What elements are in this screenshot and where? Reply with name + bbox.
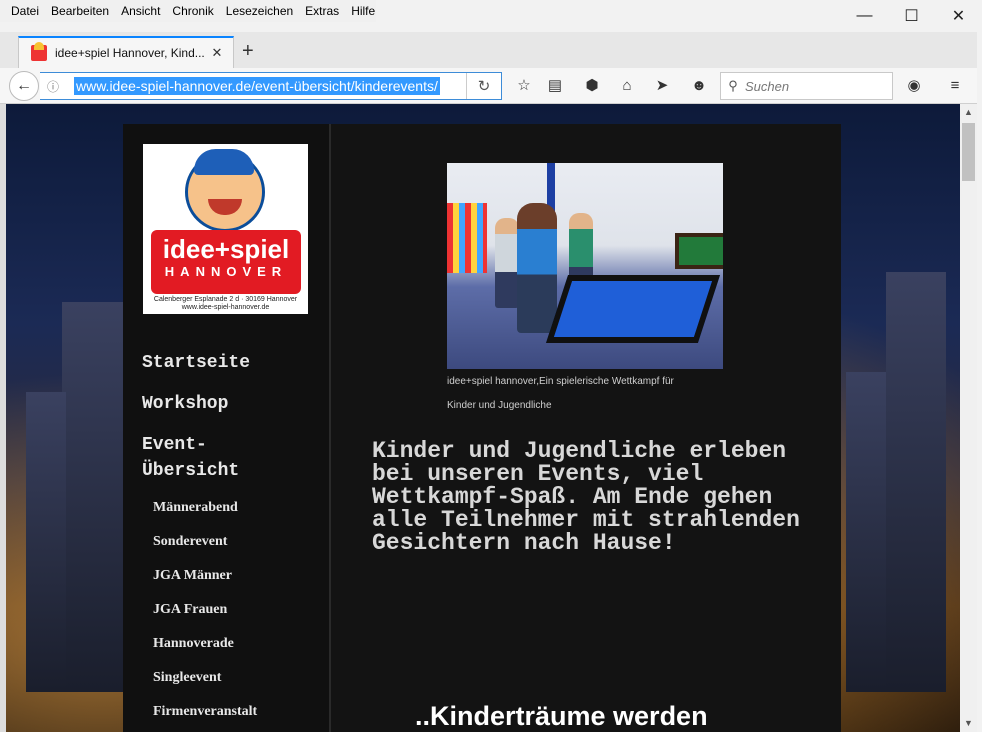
nav-sub-sonderevent[interactable]: Sonderevent: [153, 534, 227, 550]
photo-pool-table: [545, 275, 721, 343]
tab-strip: idee+spiel Hannover, Kind... ✕: [0, 32, 982, 68]
extension-icon[interactable]: ◉: [903, 74, 925, 96]
background-building: [26, 392, 66, 692]
vertical-scrollbar[interactable]: ▲ ▼: [960, 104, 977, 732]
billiard-photo: [447, 163, 723, 369]
photo-girl: [517, 203, 557, 333]
main-content: idee+spiel hannover,Ein spielerische Wet…: [331, 124, 841, 732]
content-subheading: ..Kinderträume werden: [415, 701, 708, 731]
search-icon: ⚲: [728, 78, 738, 93]
photo-shelf: [447, 203, 487, 273]
back-button[interactable]: ←: [9, 71, 39, 101]
nav-startseite[interactable]: Startseite: [142, 350, 250, 376]
nav-sub-maennerabend[interactable]: Männerabend: [153, 500, 238, 516]
nav-sub-firmenveranstalt[interactable]: Firmenveranstalt: [153, 704, 257, 720]
url-bar[interactable]: ⓘ www.idee-spiel-hannover.de/event-übers…: [40, 72, 502, 100]
site-sidebar: idee+spiel HANNOVER Calenberger Esplanad…: [123, 124, 331, 732]
page-viewport: idee+spiel HANNOVER Calenberger Esplanad…: [6, 104, 960, 732]
home-icon[interactable]: ⌂: [616, 74, 638, 96]
navigation-toolbar: ← ⓘ www.idee-spiel-hannover.de/event-übe…: [0, 68, 982, 104]
scroll-down-icon[interactable]: ▼: [960, 715, 977, 732]
nav-sub-jga-maenner[interactable]: JGA Männer: [153, 568, 232, 584]
pocket-icon[interactable]: ⬢: [581, 74, 603, 96]
logo-city: HANNOVER: [164, 264, 288, 279]
logo-brand: idee+spiel: [162, 234, 290, 264]
menu-lesezeichen[interactable]: Lesezeichen: [220, 4, 299, 18]
bookmark-star-icon[interactable]: ☆: [513, 74, 535, 96]
photo-caption-line2: Kinder und Jugendliche: [447, 400, 552, 411]
favicon-icon: [31, 42, 47, 61]
nav-workshop[interactable]: Workshop: [142, 391, 228, 417]
menu-hilfe[interactable]: Hilfe: [345, 4, 381, 18]
new-tab-button[interactable]: +: [242, 40, 254, 63]
photo-boy: [495, 218, 519, 308]
menu-bar: Datei Bearbeiten Ansicht Chronik Lesezei…: [0, 0, 376, 22]
menu-chronik[interactable]: Chronik: [166, 4, 219, 18]
tab-active[interactable]: idee+spiel Hannover, Kind... ✕: [18, 36, 234, 68]
url-text[interactable]: www.idee-spiel-hannover.de/event-übersic…: [74, 77, 440, 95]
background-building: [846, 372, 886, 692]
logo-address-line: Calenberger Esplanade 2 d · 30169 Hannov…: [153, 296, 298, 303]
maximize-button[interactable]: ☐: [888, 0, 935, 32]
menu-extras[interactable]: Extras: [299, 4, 345, 18]
browser-window: Datei Bearbeiten Ansicht Chronik Lesezei…: [0, 0, 982, 732]
nav-sub-singleevent[interactable]: Singleevent: [153, 670, 221, 686]
search-box[interactable]: ⚲ Suchen: [720, 72, 893, 100]
info-icon[interactable]: ⓘ: [40, 78, 66, 95]
background-building: [62, 302, 126, 692]
logo-web-line: www.idee-spiel-hannover.de: [181, 304, 270, 311]
content-headline: Kinder und Jugendliche erleben bei unser…: [372, 438, 800, 556]
site-logo[interactable]: idee+spiel HANNOVER Calenberger Esplanad…: [143, 144, 308, 314]
scroll-up-icon[interactable]: ▲: [960, 104, 977, 121]
minimize-button[interactable]: —: [841, 0, 888, 32]
tab-title: idee+spiel Hannover, Kind...: [55, 46, 205, 60]
photo-caption-line1: idee+spiel hannover,Ein spielerische Wet…: [447, 376, 674, 387]
close-window-button[interactable]: ✕: [935, 0, 982, 32]
reload-icon[interactable]: ↻: [466, 73, 501, 99]
right-window-edge: [977, 0, 982, 732]
nav-sub-jga-frauen[interactable]: JGA Frauen: [153, 602, 227, 618]
mascot-icon: [185, 149, 265, 232]
reading-list-icon[interactable]: ▤: [544, 74, 566, 96]
logo-address: Calenberger Esplanade 2 d · 30169 Hannov…: [143, 296, 308, 312]
background-building: [886, 272, 946, 692]
scrollbar-thumb[interactable]: [962, 123, 975, 181]
chat-icon[interactable]: ☻: [688, 74, 710, 96]
nav-sub-hannoverade[interactable]: Hannoverade: [153, 636, 234, 652]
tab-close-icon[interactable]: ✕: [209, 45, 225, 61]
hamburger-menu-icon[interactable]: ≡: [944, 74, 966, 96]
nav-event-uebersicht[interactable]: Event- Übersicht: [142, 432, 239, 484]
photo-green-table: [675, 233, 723, 269]
menu-bearbeiten[interactable]: Bearbeiten: [45, 4, 115, 18]
logo-badge: idee+spiel HANNOVER: [151, 230, 301, 294]
menu-datei[interactable]: Datei: [0, 4, 45, 18]
search-placeholder: Suchen: [745, 78, 790, 94]
send-icon[interactable]: ➤: [651, 74, 673, 96]
menu-ansicht[interactable]: Ansicht: [115, 4, 166, 18]
window-controls: — ☐ ✕: [841, 0, 982, 32]
